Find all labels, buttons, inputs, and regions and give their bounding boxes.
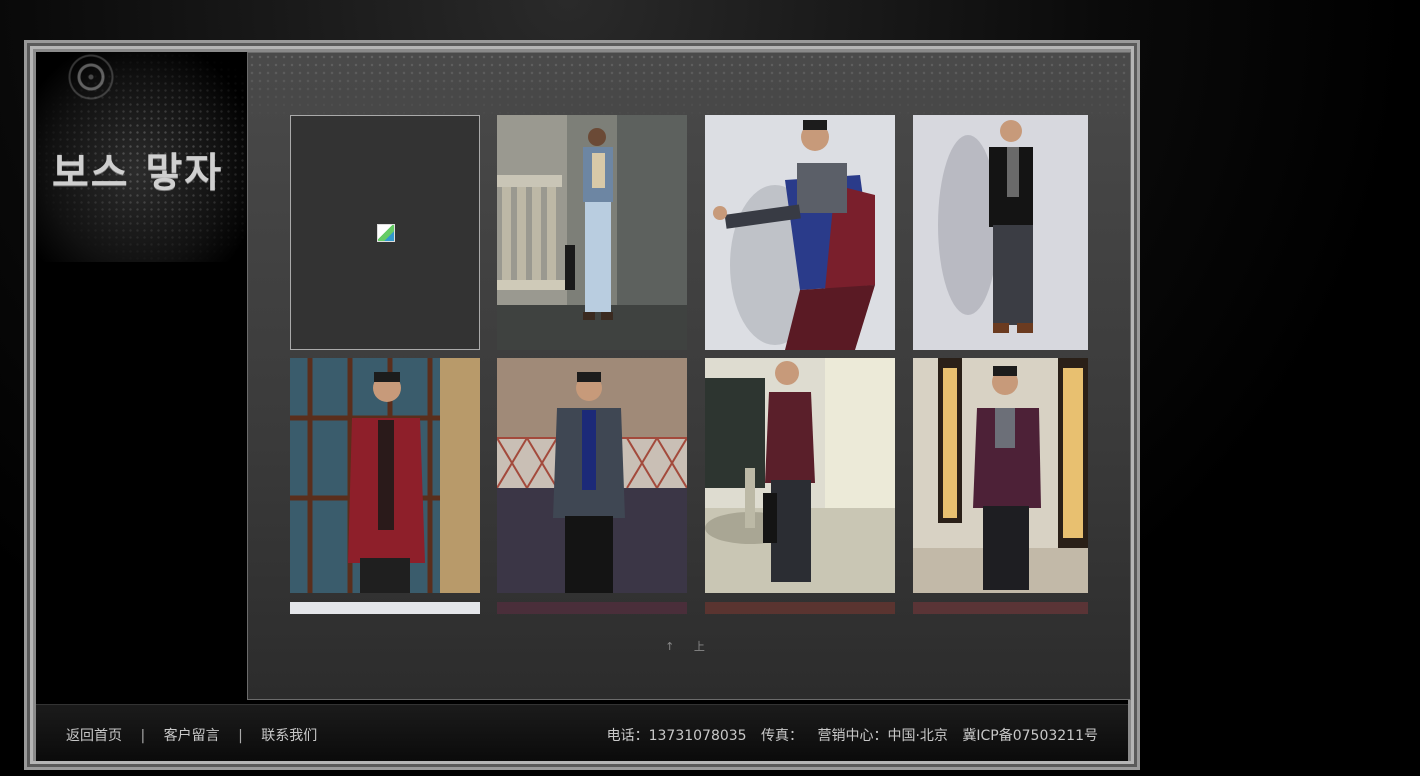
photo-tile-8[interactable]	[913, 358, 1088, 593]
footer-separator: |	[140, 728, 146, 744]
photo-tile-7[interactable]	[705, 358, 895, 593]
photo-tile-3[interactable]	[705, 115, 895, 350]
photo-tile-6[interactable]	[497, 358, 687, 593]
footer-links: 返回首页 | 客户留言 | 联系我们	[66, 725, 317, 745]
photo-grid	[290, 115, 1090, 615]
home-link[interactable]: 返回首页	[66, 728, 122, 744]
photo-tile-5[interactable]	[290, 358, 480, 593]
phone-text: 电话：13731078035	[606, 728, 747, 744]
contact-link[interactable]: 联系我们	[261, 728, 317, 744]
logo-area: 보스 맣자	[36, 52, 247, 262]
photo-tile-12-partial[interactable]	[913, 602, 1088, 614]
footer-contact-info: 电话：13731078035 传真： 营销中心：中国·北京 冀ICP备07503…	[597, 725, 1098, 745]
gallery-panel: ↑ 上	[247, 52, 1131, 700]
photo-tile-11-partial[interactable]	[705, 602, 895, 614]
photo-man-gray-coat	[497, 358, 687, 593]
photo-man-denim-jacket	[497, 115, 687, 350]
frame-inner: 보스 맣자 ↑ 上 返回首页 | 客户留言 | 联系我们 电话：13731078…	[36, 52, 1131, 761]
icp-text[interactable]: 冀ICP备07503211号	[962, 728, 1098, 744]
photo-man-burgundy-jacket	[705, 358, 895, 593]
guestbook-link[interactable]: 客户留言	[164, 728, 220, 744]
photo-tile-10-partial[interactable]	[497, 602, 687, 614]
decorative-pattern	[248, 53, 1130, 123]
footer-separator: |	[238, 728, 243, 744]
photo-man-red-coat	[290, 358, 480, 593]
photo-tile-9-partial[interactable]	[290, 602, 480, 614]
photo-tile-2[interactable]	[497, 115, 687, 350]
photo-man-black-sweater	[913, 115, 1088, 350]
photo-tile-4[interactable]	[913, 115, 1088, 350]
fax-text: 传真：	[761, 728, 804, 744]
marketing-center-text: 营销中心：中国·北京	[817, 728, 948, 744]
footer: 返回首页 | 客户留言 | 联系我们 电话：13731078035 传真： 营销…	[36, 704, 1128, 761]
photo-tile-1[interactable]	[290, 115, 480, 350]
broken-image-icon	[377, 224, 395, 242]
photo-man-plum-blazer	[913, 358, 1088, 593]
sidebar: 보스 맣자	[36, 52, 247, 700]
photo-man-scarf-pointing	[705, 115, 895, 350]
site-frame: 보스 맣자 ↑ 上 返回首页 | 客户留言 | 联系我们 电话：13731078…	[24, 40, 1140, 770]
pager[interactable]: ↑ 上	[248, 638, 1130, 654]
site-logo[interactable]: 보스 맣자	[52, 140, 223, 198]
